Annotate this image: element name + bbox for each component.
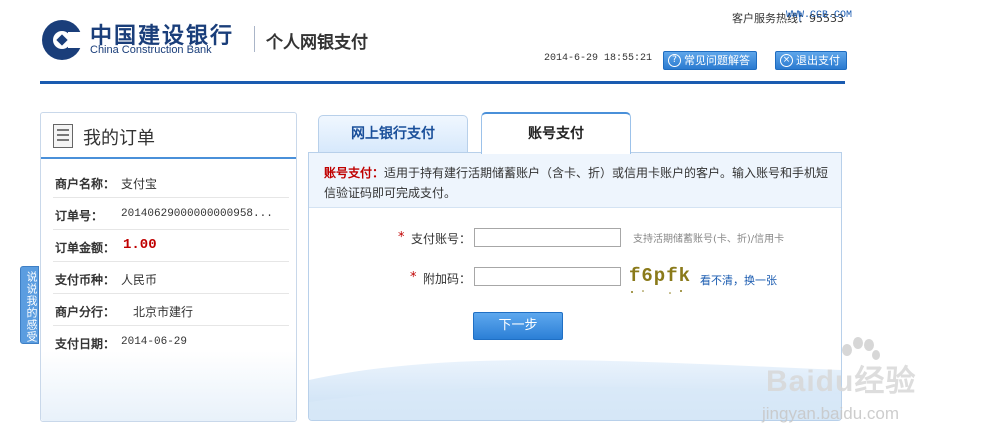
- amount-value: 1.00: [123, 237, 157, 253]
- currency-label: 支付币种：: [55, 273, 116, 287]
- captcha-label: 附加码：: [423, 272, 472, 286]
- watermark-url: jingyan.baidu.com: [762, 404, 900, 423]
- pay-date-label: 支付日期：: [55, 337, 116, 351]
- captcha-input[interactable]: [474, 267, 621, 286]
- help-icon: ?: [668, 54, 681, 67]
- merchant-label: 商户名称：: [55, 177, 116, 191]
- order-number-label: 订单号：: [55, 209, 104, 223]
- page-title: 个人网银支付: [266, 33, 368, 53]
- order-list-icon: [53, 124, 73, 148]
- order-title: 我的订单: [83, 128, 155, 149]
- pay-date-value: 2014-06-29: [121, 336, 188, 348]
- paw-icon: [842, 337, 880, 360]
- captcha-refresh-link[interactable]: 看不清，换一张: [700, 272, 777, 288]
- feedback-tab[interactable]: 说说我的感受: [20, 266, 39, 344]
- bank-name-en: China Construction Bank: [90, 44, 212, 56]
- header-divider: [254, 26, 255, 52]
- tab-online-banking[interactable]: 网上银行支付: [318, 115, 468, 153]
- account-label: 支付账号：: [411, 232, 472, 246]
- branch-label: 商户分行：: [55, 305, 116, 319]
- required-mark: *: [398, 230, 405, 245]
- tab-account-pay[interactable]: 账号支付: [481, 112, 631, 154]
- order-row-currency: 支付币种： 人民币: [53, 262, 289, 294]
- notice-text: 账号支付：适用于持有建行活期储蓄账户（含卡、折）或信用卡账户的客户。输入账号和手…: [324, 163, 829, 203]
- order-row-amount: 订单金额： 1.00: [53, 230, 289, 262]
- order-row-branch: 商户分行： 北京市建行: [53, 294, 289, 326]
- exit-button-label: 退出支付: [796, 54, 840, 67]
- header-underline: [40, 81, 845, 84]
- current-datetime: 2014-6-29 18:55:21: [544, 53, 653, 64]
- order-header: 我的订单: [41, 113, 296, 159]
- captcha-image: f6pfk: [629, 265, 692, 287]
- order-number-value: 20140629000000000958...: [121, 208, 273, 220]
- notice-box: 账号支付：适用于持有建行活期储蓄账户（含卡、折）或信用卡账户的客户。输入账号和手…: [309, 153, 841, 208]
- next-step-button[interactable]: 下一步: [473, 312, 563, 340]
- amount-label: 订单金额：: [55, 241, 116, 255]
- merchant-value: 支付宝: [121, 177, 158, 191]
- order-row-number: 订单号： 20140629000000000958...: [53, 198, 289, 230]
- required-mark: *: [410, 270, 417, 285]
- captcha-noise: [631, 290, 682, 294]
- account-input[interactable]: [474, 228, 621, 247]
- currency-value: 人民币: [121, 273, 158, 287]
- order-panel: 我的订单 商户名称： 支付宝 订单号： 20140629000000000958…: [40, 112, 297, 422]
- faq-button[interactable]: ? 常见问题解答: [663, 51, 757, 70]
- close-icon: ×: [780, 54, 793, 67]
- notice-label: 账号支付：: [324, 166, 385, 180]
- branch-value: 北京市建行: [133, 305, 194, 319]
- bank-site-link[interactable]: WWW.CCB.COM: [786, 10, 852, 21]
- order-panel-footer: [41, 351, 296, 421]
- exit-payment-button[interactable]: × 退出支付: [775, 51, 847, 70]
- notice-body: 适用于持有建行活期储蓄账户（含卡、折）或信用卡账户的客户。输入账号和手机短信验证…: [324, 166, 829, 200]
- account-hint: 支持活期储蓄账号(卡、折)/信用卡: [633, 234, 785, 245]
- faq-button-label: 常见问题解答: [684, 54, 750, 67]
- order-row-merchant: 商户名称： 支付宝: [53, 166, 289, 198]
- ccb-logo: [42, 20, 84, 60]
- account-pay-panel: 账号支付：适用于持有建行活期储蓄账户（含卡、折）或信用卡账户的客户。输入账号和手…: [308, 152, 842, 421]
